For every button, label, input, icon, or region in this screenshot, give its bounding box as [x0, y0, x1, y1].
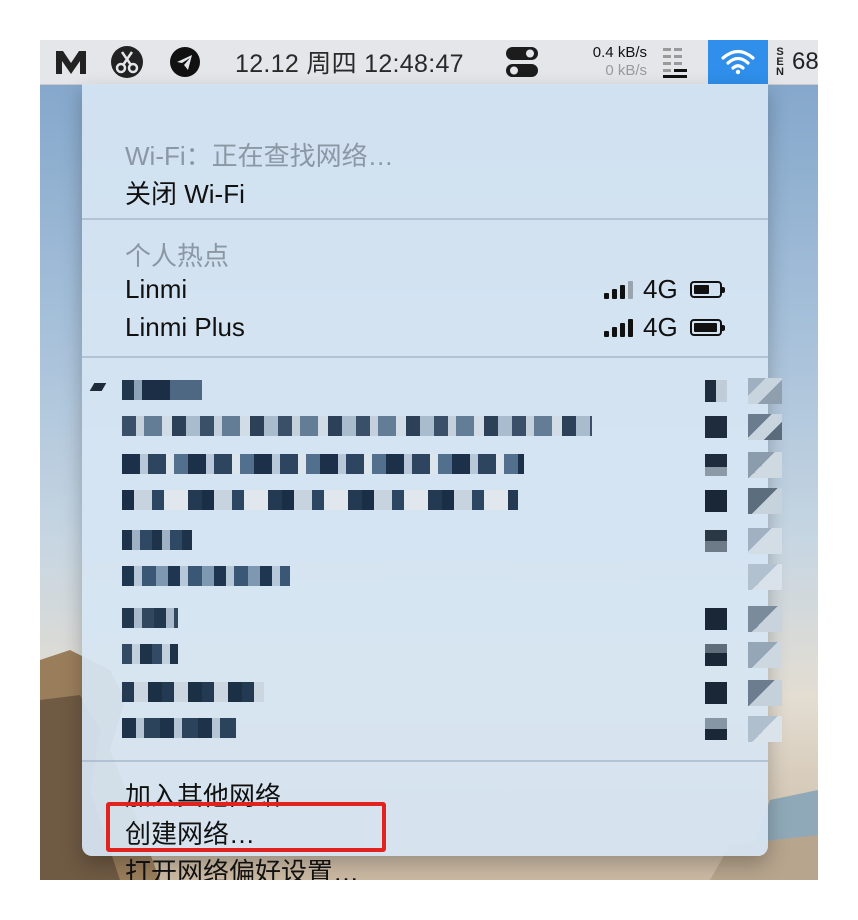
menu-bar: 12.12 周四 12:48:47 0.4 kB/s 0 kB/s S E N … — [40, 40, 818, 85]
hotspot-header: 个人热点 — [125, 241, 230, 271]
input-source-n: N — [776, 66, 784, 78]
separator — [82, 356, 768, 358]
network-item-obscured[interactable] — [122, 606, 782, 632]
wifi-dropdown-menu: Wi-Fi：正在查找网络… 关闭 Wi-Fi 个人热点 Linmi 4G Lin… — [82, 84, 782, 880]
highlight-box — [106, 802, 386, 852]
hotspot-item-linmi-plus[interactable]: Linmi Plus — [125, 312, 245, 343]
network-item-obscured[interactable] — [89, 378, 782, 404]
scissors-icon[interactable] — [110, 40, 146, 84]
turn-off-wifi-item[interactable]: 关闭 Wi-Fi — [125, 174, 245, 211]
telegram-icon[interactable] — [169, 40, 203, 84]
network-item-obscured[interactable] — [122, 528, 782, 554]
network-item-obscured[interactable] — [122, 488, 782, 514]
battery-icon — [689, 318, 725, 336]
menubar-clock[interactable]: 12.12 周四 12:48:47 — [235, 40, 464, 84]
toggle-icon[interactable] — [505, 40, 541, 84]
open-network-preferences-item[interactable]: 打开网络偏好设置… — [125, 852, 359, 880]
net-download: 0 kB/s — [605, 62, 647, 79]
hotspot-name: Linmi Plus — [125, 312, 245, 342]
cellular-signal-icon — [604, 279, 633, 299]
m-logo-icon[interactable] — [54, 40, 90, 84]
hotspot-name: Linmi — [125, 274, 188, 304]
input-source-indicator[interactable]: S E N — [772, 40, 788, 84]
separator — [82, 760, 768, 762]
cellular-type: 4G — [643, 311, 678, 342]
wifi-status-text: Wi-Fi：正在查找网络… — [125, 141, 394, 171]
network-speed[interactable]: 0.4 kB/s 0 kB/s — [573, 42, 647, 82]
network-item-obscured[interactable] — [122, 716, 782, 742]
wifi-menubar-button[interactable] — [708, 40, 768, 84]
menubar-trailing-number[interactable]: 68 — [792, 40, 818, 84]
hotspot-linmi-status: 4G — [604, 273, 725, 304]
cellular-signal-icon — [604, 317, 633, 337]
network-item-obscured[interactable] — [122, 564, 782, 590]
network-item-obscured[interactable] — [122, 680, 782, 706]
cellular-type: 4G — [643, 273, 678, 304]
stack-bars-icon[interactable] — [660, 40, 692, 84]
network-item-obscured[interactable] — [122, 642, 782, 668]
wifi-icon — [721, 49, 755, 75]
hotspot-linmi-plus-status: 4G — [604, 311, 725, 342]
separator — [82, 218, 768, 220]
desktop: 12.12 周四 12:48:47 0.4 kB/s 0 kB/s S E N … — [40, 40, 818, 880]
hotspot-item-linmi[interactable]: Linmi — [125, 274, 187, 305]
battery-icon — [689, 280, 725, 298]
network-item-obscured[interactable] — [122, 414, 782, 440]
net-upload: 0.4 kB/s — [592, 44, 647, 61]
network-item-obscured[interactable] — [122, 452, 782, 478]
